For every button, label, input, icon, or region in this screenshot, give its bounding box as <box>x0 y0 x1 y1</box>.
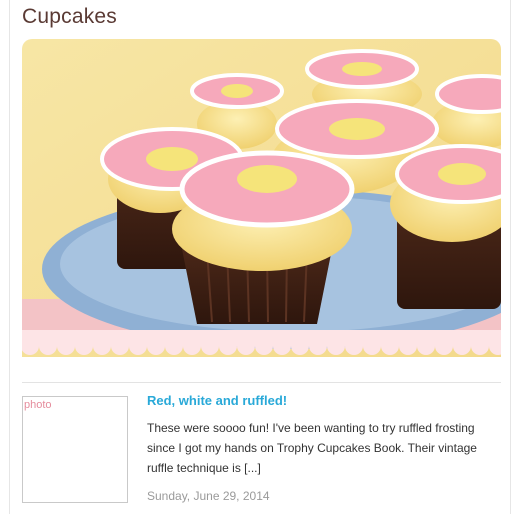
post-excerpt: These were soooo fun! I've been wanting … <box>147 421 477 475</box>
post-title-link[interactable]: Red, white and ruffled! <box>147 393 287 408</box>
page-title: Cupcakes <box>22 5 117 28</box>
section-divider <box>22 382 501 383</box>
post-date: Sunday, June 29, 2014 <box>147 489 270 503</box>
thumbnail-label: photo <box>24 399 52 411</box>
featured-image[interactable] <box>22 39 501 357</box>
post-thumbnail[interactable]: photo <box>22 396 128 503</box>
cupcake-photo <box>22 39 501 357</box>
scallop-border <box>21 330 507 358</box>
